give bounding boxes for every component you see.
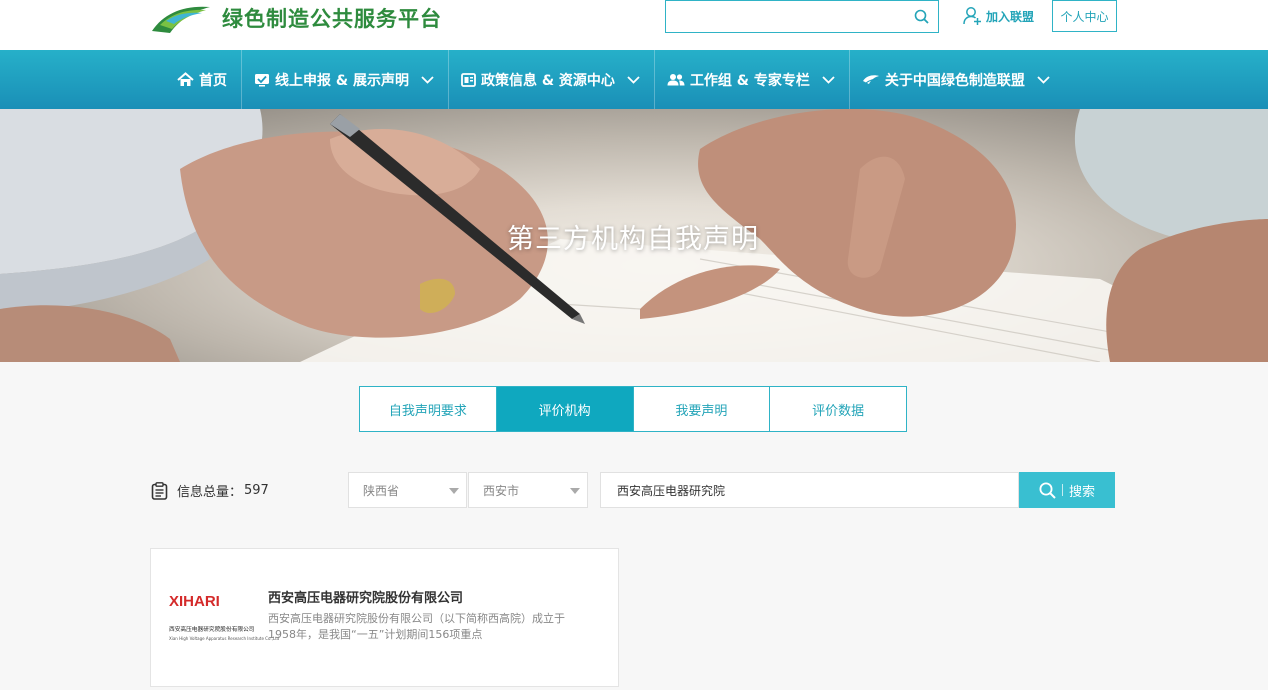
- divider: [1061, 484, 1063, 496]
- company-logo: XIHARI 西安高压电器研究院股份有限公司 Xian High Voltage…: [169, 593, 280, 653]
- province-select-value: 陕西省: [363, 483, 400, 498]
- chevron-down-icon: [1037, 75, 1050, 84]
- search-button-label: 搜索: [1068, 484, 1095, 500]
- document-icon: [461, 72, 476, 87]
- nav-item-label: 政策信息 & 资源中心: [480, 72, 615, 89]
- search-icon[interactable]: [914, 9, 929, 24]
- info-total: 信息总量： 597: [151, 481, 269, 500]
- province-select[interactable]: 陕西省: [348, 472, 467, 508]
- nav-item-label: 首页: [199, 72, 227, 89]
- city-select[interactable]: 西安市: [468, 472, 588, 508]
- keyword-input[interactable]: 西安高压电器研究院: [600, 472, 1019, 508]
- site-title: 绿色制造公共服务平台: [222, 7, 442, 31]
- keyword-input-value: 西安高压电器研究院: [617, 483, 726, 498]
- hero-banner: 第三方机构自我声明: [0, 109, 1268, 362]
- clipboard-list-icon: [151, 481, 168, 500]
- header-search-input[interactable]: [666, 1, 906, 32]
- top-bar: 绿色制造公共服务平台 加入联盟 个人中心: [0, 0, 1268, 50]
- caret-down-icon: [570, 488, 580, 494]
- nav-item-online-declaration[interactable]: 线上申报 & 展示声明: [242, 50, 449, 109]
- header-search: [665, 0, 939, 33]
- nav-item-policy-resources[interactable]: 政策信息 & 资源中心: [449, 50, 655, 109]
- search-icon: [1039, 482, 1056, 499]
- company-logo-brand: XIHARI: [169, 593, 220, 610]
- search-button[interactable]: 搜索: [1019, 472, 1115, 508]
- users-icon: [667, 73, 685, 86]
- main-nav: 首页 线上申报 & 展示声明 政策信息 & 资源中心 工作组 & 专家专栏 关于…: [0, 50, 1268, 109]
- home-icon: [177, 72, 194, 87]
- leaf-icon: [862, 74, 880, 86]
- nav-item-label: 工作组 & 专家专栏: [689, 72, 810, 89]
- site-logo[interactable]: 绿色制造公共服务平台: [150, 0, 442, 36]
- nav-item-home[interactable]: 首页: [165, 50, 242, 109]
- tab-declaration-requirements[interactable]: 自我声明要求: [360, 387, 497, 431]
- add-user-icon: [963, 7, 981, 25]
- section-tabs: 自我声明要求 评价机构 我要声明 评价数据: [359, 386, 907, 432]
- chevron-down-icon: [627, 75, 640, 84]
- company-name[interactable]: 西安高压电器研究院股份有限公司: [268, 587, 463, 606]
- join-alliance-link[interactable]: 加入联盟: [962, 6, 1034, 26]
- checkmark-box-icon: [254, 73, 270, 87]
- company-logo-en: Xian High Voltage Apparatus Research Ins…: [169, 636, 280, 641]
- company-logo-cn: 西安高压电器研究院股份有限公司: [169, 626, 255, 633]
- chevron-down-icon: [421, 75, 434, 84]
- personal-center-button[interactable]: 个人中心: [1052, 0, 1117, 32]
- info-total-value: 597: [244, 483, 269, 498]
- company-description: 西安高压电器研究院股份有限公司（以下简称西高院）成立于1958年，是我国“一五”…: [268, 612, 565, 641]
- city-select-value: 西安市: [483, 483, 520, 498]
- logo-leaf-icon: [152, 6, 210, 33]
- result-card[interactable]: XIHARI 西安高压电器研究院股份有限公司 Xian High Voltage…: [150, 548, 619, 687]
- banner-title: 第三方机构自我声明: [507, 224, 759, 255]
- nav-item-working-groups[interactable]: 工作组 & 专家专栏: [655, 50, 850, 109]
- join-alliance-label: 加入联盟: [986, 9, 1035, 24]
- tab-evaluation-agencies[interactable]: 评价机构: [496, 387, 634, 431]
- chevron-down-icon: [822, 75, 835, 84]
- tab-evaluation-data[interactable]: 评价数据: [770, 387, 906, 431]
- nav-item-label: 线上申报 & 展示声明: [275, 72, 409, 89]
- caret-down-icon: [449, 488, 459, 494]
- nav-item-label: 关于中国绿色制造联盟: [884, 72, 1025, 89]
- info-total-label: 信息总量：: [177, 485, 243, 500]
- tab-make-declaration[interactable]: 我要声明: [634, 387, 771, 431]
- nav-item-about-alliance[interactable]: 关于中国绿色制造联盟: [850, 50, 1064, 109]
